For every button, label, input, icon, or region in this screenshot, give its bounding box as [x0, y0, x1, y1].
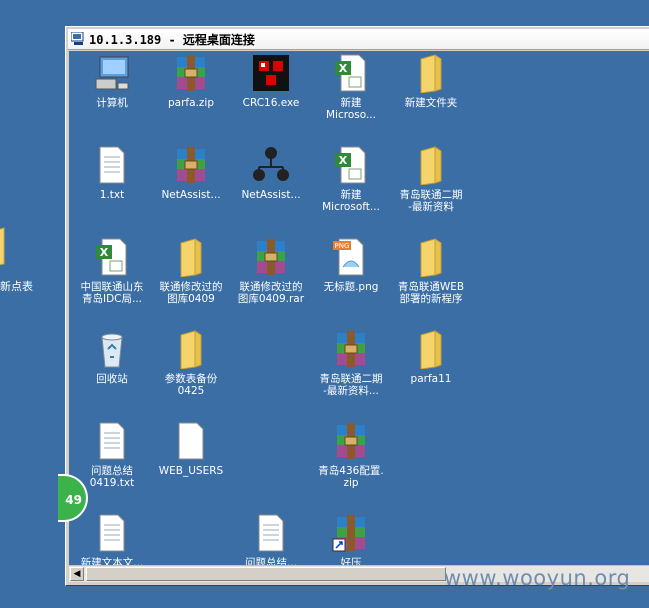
desktop-icon-label: 问题总结... [244, 557, 297, 565]
desktop-icon-label: NetAssist... [241, 189, 301, 201]
folder-icon [171, 329, 211, 370]
desktop-icon-item[interactable]: 青岛联通WEB 部署的新程序 [391, 237, 471, 305]
excel-icon: X [331, 145, 371, 185]
desktop-icon-label: 新建文本文... [80, 557, 144, 565]
excel-icon: X [331, 53, 371, 93]
desktop-icon-label: 好压 [340, 557, 362, 565]
desktop-icon-item[interactable]: 问题总结 0419.txt [72, 421, 152, 489]
desktop-icon-label: 新建 Microsoft... [322, 189, 380, 213]
desktop-icon-item[interactable]: X 新建 Microsoft... [311, 145, 391, 213]
desktop-icon-label: 联通修改过的 图库0409 [159, 281, 223, 305]
desktop-icon-item[interactable]: 新建文件夹 [391, 53, 471, 109]
text-file-icon [92, 421, 132, 461]
desktop-icon-item[interactable]: WEB_USERS [151, 421, 231, 477]
scroll-thumb[interactable] [86, 567, 446, 581]
desktop-icon-item[interactable]: 计算机 [72, 53, 152, 109]
desktop-icon-item[interactable]: 联通修改过的 图库0409.rar [231, 237, 311, 305]
archive-icon [331, 421, 371, 461]
desktop-icon-label: WEB_USERS [158, 465, 224, 477]
desktop-icon-item[interactable]: 联通修改过的 图库0409 [151, 237, 231, 305]
svg-text:PNG: PNG [335, 242, 350, 250]
folder-icon [411, 329, 451, 370]
svg-text:X: X [100, 246, 109, 259]
desktop-icon-label: 青岛436配置. zip [318, 465, 384, 489]
folder-icon [411, 145, 451, 186]
desktop-icon-item[interactable]: 青岛联通二期 -最新资料 [391, 145, 471, 213]
desktop-icon-label: 计算机 [96, 97, 128, 109]
window-title: 10.1.3.189 - 远程桌面连接 [89, 33, 255, 47]
computer-icon [92, 53, 132, 93]
svg-text:X: X [339, 154, 348, 167]
recycle-bin-icon [92, 329, 132, 369]
desktop-icon-label: 新建 Microso... [326, 97, 376, 121]
watermark-text: www.wooyun.org [444, 566, 631, 590]
blank-file-icon [171, 421, 211, 461]
exe-cubes-icon [251, 53, 291, 93]
desktop-icon-item[interactable]: X 中国联通山东 青岛IDC局... [72, 237, 152, 305]
desktop-icon-item[interactable]: PNG 无标题.png [311, 237, 391, 293]
desktop-icon-item[interactable]: 好压 [311, 513, 391, 565]
desktop-icon-label: 青岛联通WEB 部署的新程序 [397, 281, 465, 305]
desktop-icon-item[interactable]: 1.txt [72, 145, 152, 201]
excel-icon: X [92, 237, 132, 277]
desktop-icon-label: 青岛联通二期 -最新资料... [319, 373, 383, 397]
remote-desktop-area: 计算机 parfa.zip CRC16.exe X 新建 Microso... 新建文件夹… [69, 51, 649, 565]
folder-icon [411, 53, 451, 94]
archive-shortcut-icon [331, 513, 371, 553]
folder-icon [411, 237, 451, 278]
desktop-icon-label: 无标题.png [323, 281, 379, 293]
desktop-icon-item[interactable]: 问题总结... [231, 513, 311, 565]
desktop-icon-label: CRC16.exe [242, 97, 300, 109]
desktop-icon-label: parfa.zip [168, 97, 214, 109]
desktop-icon-label: 回收站 [96, 373, 128, 385]
window-titlebar[interactable]: 10.1.3.189 - 远程桌面连接 [68, 29, 649, 50]
desktop-icon-item[interactable]: parfa11 [391, 329, 471, 385]
desktop-icon-item[interactable]: 参数表备份 0425 [151, 329, 231, 397]
desktop-icon-item[interactable]: 青岛436配置. zip [311, 421, 391, 489]
text-file-icon [92, 145, 132, 185]
outer-folder-label: 新点表 [0, 280, 33, 293]
text-file-icon [92, 513, 132, 553]
archive-icon [251, 237, 291, 277]
folder-icon [171, 237, 211, 278]
text-file-icon [251, 513, 291, 553]
outer-folder-icon[interactable] [0, 226, 40, 270]
desktop-icon-item[interactable]: NetAssist... [231, 145, 311, 201]
desktop-icon-item[interactable]: parfa.zip [151, 53, 231, 109]
svg-text:X: X [339, 62, 348, 75]
desktop-icon-item[interactable]: NetAssist... [151, 145, 231, 201]
archive-icon [171, 145, 211, 185]
desktop-icon-label: 新建文件夹 [404, 97, 458, 109]
desktop-icon-item[interactable]: 回收站 [72, 329, 152, 385]
png-file-icon: PNG [331, 237, 371, 277]
desktop-icon-label: 青岛联通二期 -最新资料 [399, 189, 463, 213]
archive-icon [331, 329, 371, 369]
desktop-icon-label: NetAssist... [161, 189, 221, 201]
desktop-icon-item[interactable]: CRC16.exe [231, 53, 311, 109]
scroll-left-button[interactable]: ◀ [70, 567, 84, 581]
network-icon [251, 145, 291, 185]
archive-icon [171, 53, 211, 93]
desktop-icon-item[interactable]: X 新建 Microso... [311, 53, 391, 121]
desktop-icon-label: 中国联通山东 青岛IDC局... [80, 281, 144, 305]
desktop-icon-label: 1.txt [99, 189, 125, 201]
desktop-icon-label: 联通修改过的 图库0409.rar [237, 281, 305, 305]
desktop-icon-label: 参数表备份 0425 [164, 373, 218, 397]
desktop-icon-item[interactable]: 青岛联通二期 -最新资料... [311, 329, 391, 397]
remote-desktop-icon [71, 32, 84, 45]
desktop-icon-item[interactable]: 新建文本文... [72, 513, 152, 565]
remote-desktop-window: 10.1.3.189 - 远程桌面连接 计算机 parfa.zip CRC16.ex… [65, 26, 649, 586]
desktop-icon-label: parfa11 [410, 373, 452, 385]
